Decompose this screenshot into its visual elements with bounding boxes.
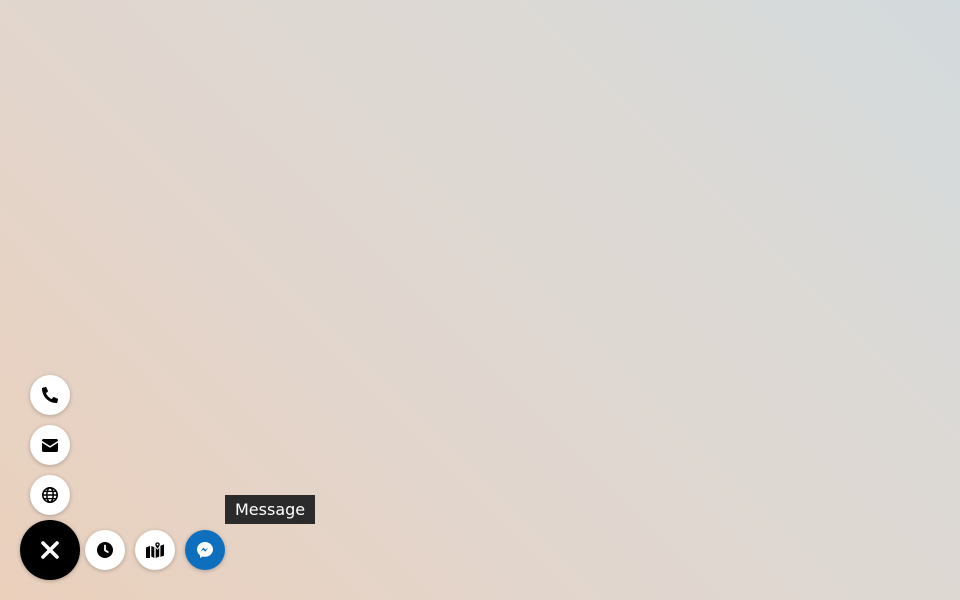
message-tooltip: Message [225, 495, 316, 524]
envelope-icon [42, 438, 58, 452]
map-button[interactable] [135, 530, 175, 570]
email-button[interactable] [30, 425, 70, 465]
close-toggle-button[interactable] [20, 520, 80, 580]
globe-icon [42, 487, 58, 503]
hours-button[interactable] [85, 530, 125, 570]
close-icon [41, 541, 59, 559]
map-icon [146, 542, 164, 558]
phone-button[interactable] [30, 375, 70, 415]
phone-icon [42, 387, 58, 403]
clock-icon [97, 542, 113, 558]
messenger-icon [197, 542, 213, 558]
website-button[interactable] [30, 475, 70, 515]
messenger-button[interactable] [185, 530, 225, 570]
